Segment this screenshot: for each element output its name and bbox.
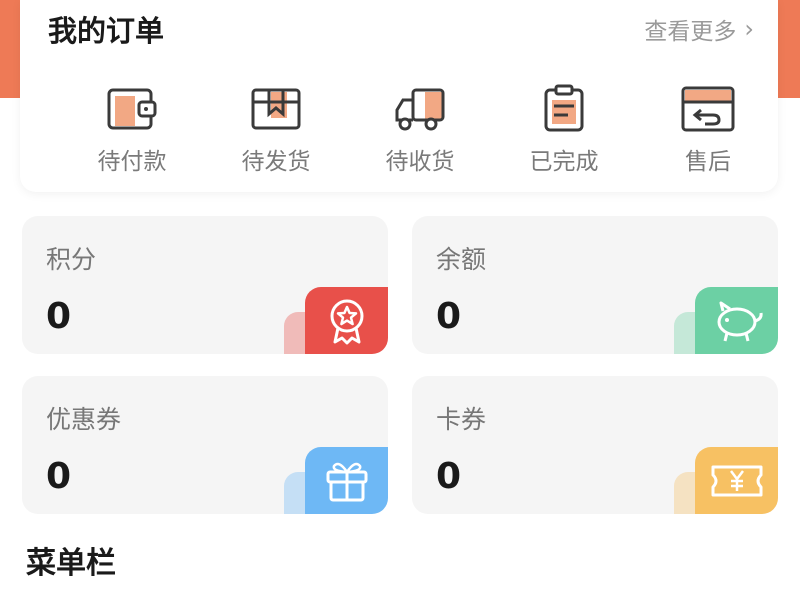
order-status-label: 待付款 — [97, 149, 167, 175]
order-status-label: 已完成 — [529, 149, 599, 175]
orders-card: 我的订单 查看更多 › 待付款 待发货 待收货 已完成 售后 — [20, 0, 778, 192]
menu-section-title: 菜单栏 — [26, 546, 116, 581]
truck-icon — [395, 88, 445, 131]
package-icon — [251, 88, 301, 130]
gift-icon — [305, 447, 388, 514]
points-label: 积分 — [46, 245, 97, 274]
piggy-bank-icon — [695, 287, 778, 354]
points-tile[interactable]: 积分 0 — [22, 216, 388, 354]
medal-icon — [305, 287, 388, 354]
coupons-value: 0 — [46, 456, 72, 497]
balance-label: 余额 — [436, 245, 487, 274]
order-status-row: 待付款 待发货 待收货 已完成 售后 — [20, 84, 778, 184]
order-status-label: 待收货 — [385, 149, 455, 175]
order-status-label: 待发货 — [241, 149, 311, 175]
order-status-pending-payment[interactable]: 待付款 — [72, 84, 192, 176]
cards-tile[interactable]: 卡券 0 — [412, 376, 778, 514]
order-status-label: 售后 — [685, 149, 731, 175]
balance-value: 0 — [436, 296, 462, 337]
order-status-pending-receipt[interactable]: 待收货 — [360, 84, 480, 176]
view-more-label: 查看更多 — [644, 19, 737, 45]
points-value: 0 — [46, 296, 72, 337]
order-status-completed[interactable]: 已完成 — [504, 84, 624, 176]
return-icon — [681, 86, 735, 132]
orders-title: 我的订单 — [48, 14, 165, 48]
order-status-pending-shipment[interactable]: 待发货 — [216, 84, 336, 176]
cards-label: 卡券 — [436, 405, 487, 434]
clipboard-icon — [544, 84, 584, 132]
cards-value: 0 — [436, 456, 462, 497]
orders-view-more-link[interactable]: 查看更多 › — [644, 12, 754, 46]
coupons-tile[interactable]: 优惠券 0 — [22, 376, 388, 514]
yuan-ticket-icon — [695, 447, 778, 514]
wallet-icon — [107, 88, 157, 130]
coupons-label: 优惠券 — [46, 405, 122, 434]
balance-tile[interactable]: 余额 0 — [412, 216, 778, 354]
order-status-after-sales[interactable]: 售后 — [648, 84, 768, 176]
chevron-right-icon: › — [744, 15, 754, 43]
